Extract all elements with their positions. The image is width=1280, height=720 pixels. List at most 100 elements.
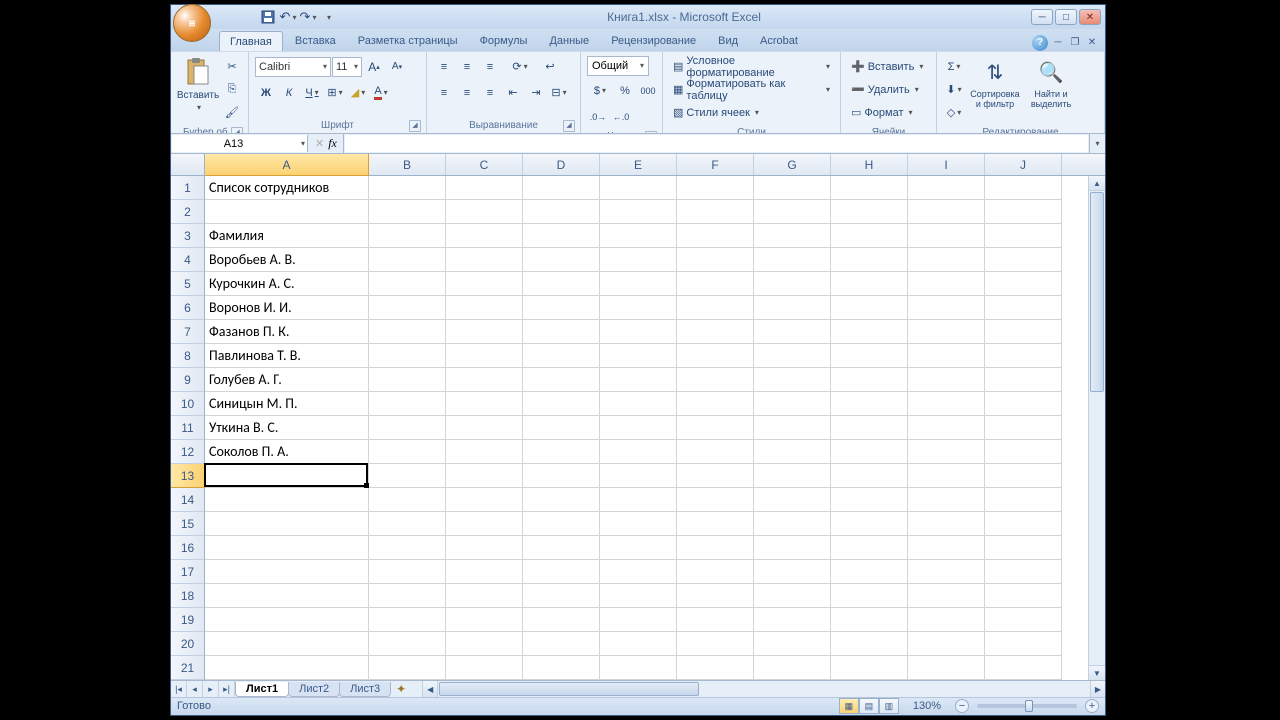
cell-C7[interactable]	[446, 320, 523, 344]
name-box-input[interactable]	[172, 138, 307, 150]
cell-A5[interactable]: Курочкин А. С.	[205, 272, 369, 296]
cell-C18[interactable]	[446, 584, 523, 608]
cell-A13[interactable]	[205, 464, 369, 488]
cell-I8[interactable]	[908, 344, 985, 368]
insert-sheet-icon[interactable]: ✦	[390, 681, 412, 696]
row-header-6[interactable]: 6	[171, 296, 205, 320]
cell-G1[interactable]	[754, 176, 831, 200]
cell-A21[interactable]	[205, 656, 369, 680]
cell-I2[interactable]	[908, 200, 985, 224]
cell-J18[interactable]	[985, 584, 1062, 608]
format-as-table-button[interactable]: ▦Форматировать как таблицу▾	[669, 79, 834, 101]
cell-E13[interactable]	[600, 464, 677, 488]
fill-button[interactable]: ⬇▾	[943, 79, 965, 101]
cell-H19[interactable]	[831, 608, 908, 632]
cell-A3[interactable]: Фамилия	[205, 224, 369, 248]
cell-E8[interactable]	[600, 344, 677, 368]
tab-рецензирование[interactable]: Рецензирование	[601, 31, 706, 51]
cell-G7[interactable]	[754, 320, 831, 344]
cell-I1[interactable]	[908, 176, 985, 200]
align-top-button[interactable]: ≡	[433, 56, 455, 78]
cell-H2[interactable]	[831, 200, 908, 224]
cell-H8[interactable]	[831, 344, 908, 368]
cell-F7[interactable]	[677, 320, 754, 344]
cell-C8[interactable]	[446, 344, 523, 368]
cell-E11[interactable]	[600, 416, 677, 440]
cell-D2[interactable]	[523, 200, 600, 224]
cell-E3[interactable]	[600, 224, 677, 248]
row-header-14[interactable]: 14	[171, 488, 205, 512]
merge-button[interactable]: ⊟▾	[548, 82, 570, 104]
cell-F6[interactable]	[677, 296, 754, 320]
fill-color-button[interactable]: ◢▾	[347, 82, 369, 104]
cell-A18[interactable]	[205, 584, 369, 608]
cell-G8[interactable]	[754, 344, 831, 368]
cell-E12[interactable]	[600, 440, 677, 464]
cell-A14[interactable]	[205, 488, 369, 512]
cell-H21[interactable]	[831, 656, 908, 680]
formula-input[interactable]	[345, 135, 1088, 152]
cell-J9[interactable]	[985, 368, 1062, 392]
cell-C1[interactable]	[446, 176, 523, 200]
cell-A15[interactable]	[205, 512, 369, 536]
cell-A20[interactable]	[205, 632, 369, 656]
cell-D4[interactable]	[523, 248, 600, 272]
cell-F19[interactable]	[677, 608, 754, 632]
cell-A11[interactable]: Уткина В. С.	[205, 416, 369, 440]
cell-B2[interactable]	[369, 200, 446, 224]
cell-I5[interactable]	[908, 272, 985, 296]
row-header-11[interactable]: 11	[171, 416, 205, 440]
cell-F15[interactable]	[677, 512, 754, 536]
row-header-8[interactable]: 8	[171, 344, 205, 368]
cell-A17[interactable]	[205, 560, 369, 584]
cell-F3[interactable]	[677, 224, 754, 248]
cell-A19[interactable]	[205, 608, 369, 632]
cell-I13[interactable]	[908, 464, 985, 488]
cell-D1[interactable]	[523, 176, 600, 200]
vertical-scrollbar[interactable]: ▲ ▼	[1088, 176, 1105, 680]
grow-font-button[interactable]: A▴	[363, 56, 385, 78]
cell-G20[interactable]	[754, 632, 831, 656]
horizontal-scrollbar[interactable]: ◀ ▶	[422, 681, 1105, 696]
cell-J21[interactable]	[985, 656, 1062, 680]
fx-icon[interactable]: fx	[328, 136, 337, 151]
qat-customize-icon[interactable]: ▾	[319, 8, 337, 26]
tab-формулы[interactable]: Формулы	[470, 31, 538, 51]
column-header-E[interactable]: E	[600, 154, 677, 175]
cell-C13[interactable]	[446, 464, 523, 488]
row-header-2[interactable]: 2	[171, 200, 205, 224]
column-header-G[interactable]: G	[754, 154, 831, 175]
cell-G21[interactable]	[754, 656, 831, 680]
cell-I18[interactable]	[908, 584, 985, 608]
cell-C19[interactable]	[446, 608, 523, 632]
delete-cells-button[interactable]: ➖Удалить▾	[847, 79, 930, 101]
cell-E19[interactable]	[600, 608, 677, 632]
cell-A6[interactable]: Воронов И. И.	[205, 296, 369, 320]
workbook-restore-button[interactable]: ❐	[1068, 37, 1082, 49]
cell-E21[interactable]	[600, 656, 677, 680]
cell-F14[interactable]	[677, 488, 754, 512]
cell-J6[interactable]	[985, 296, 1062, 320]
cell-A7[interactable]: Фазанов П. К.	[205, 320, 369, 344]
cell-D14[interactable]	[523, 488, 600, 512]
column-header-B[interactable]: B	[369, 154, 446, 175]
tab-вид[interactable]: Вид	[708, 31, 748, 51]
borders-button[interactable]: ⊞▾	[324, 82, 346, 104]
cell-D13[interactable]	[523, 464, 600, 488]
cell-A1[interactable]: Список сотрудников	[205, 176, 369, 200]
cell-F9[interactable]	[677, 368, 754, 392]
cell-I10[interactable]	[908, 392, 985, 416]
cell-I19[interactable]	[908, 608, 985, 632]
cell-G9[interactable]	[754, 368, 831, 392]
cell-B12[interactable]	[369, 440, 446, 464]
cell-C6[interactable]	[446, 296, 523, 320]
format-cells-button[interactable]: ▭Формат▾	[847, 102, 930, 124]
cell-D19[interactable]	[523, 608, 600, 632]
cell-styles-button[interactable]: ▧Стили ячеек▾	[669, 102, 834, 124]
office-button[interactable]: ⊞	[173, 4, 211, 42]
cell-H4[interactable]	[831, 248, 908, 272]
row-header-7[interactable]: 7	[171, 320, 205, 344]
row-header-21[interactable]: 21	[171, 656, 205, 680]
cell-H1[interactable]	[831, 176, 908, 200]
underline-button[interactable]: Ч▾	[301, 82, 323, 104]
